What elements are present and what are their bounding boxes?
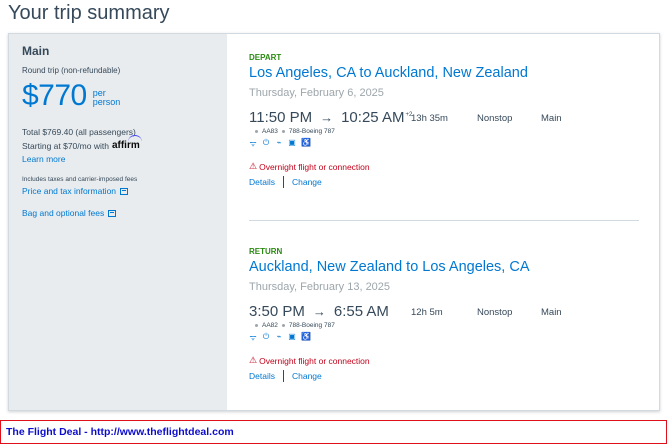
- affirm-logo: affirm: [111, 135, 142, 151]
- usb-icon: ⌁: [276, 332, 282, 341]
- flight-number: AA83: [262, 128, 278, 135]
- entertainment-icon: ▣: [288, 332, 296, 341]
- flight-duration: 13h 35m: [411, 113, 448, 124]
- flight-duration: 12h 5m: [411, 307, 443, 318]
- price-per-person: $770: [22, 79, 87, 112]
- return-segment: RETURN Auckland, New Zealand to Los Ange…: [249, 247, 639, 382]
- wifi-icon: ᯤ: [249, 139, 257, 148]
- person-label: person: [92, 97, 121, 107]
- affirm-text: Starting at $70/mo with: [22, 140, 109, 151]
- price-row: $770 per person: [22, 79, 214, 113]
- accessibility-icon: ♿: [301, 138, 311, 147]
- arrow-right-icon: →: [312, 304, 326, 319]
- affirm-financing: Starting at $70/mo with affirm: [22, 135, 214, 151]
- flights-panel: DEPART Los Angeles, CA to Auckland, New …: [249, 34, 639, 410]
- bullet-icon: [281, 130, 285, 133]
- flight-info: AA83 788-Boeing 787: [255, 128, 639, 135]
- watermark-text: The Flight Deal - http://www.theflightde…: [6, 426, 234, 438]
- external-window-icon: [120, 187, 129, 195]
- price-tax-info-link[interactable]: Price and tax information: [22, 186, 214, 196]
- departure-time: 3:50 PM: [249, 303, 305, 320]
- divider: [282, 370, 284, 382]
- depart-label: DEPART: [249, 53, 282, 62]
- arrow-right-icon: →: [320, 110, 334, 125]
- learn-more-link[interactable]: Learn more: [22, 154, 214, 164]
- divider: [282, 176, 284, 188]
- segment-actions: Details Change: [249, 176, 639, 188]
- watermark-banner: The Flight Deal - http://www.theflightde…: [0, 420, 667, 444]
- bag-fees-link[interactable]: Bag and optional fees: [22, 208, 214, 218]
- external-window-icon: [108, 209, 117, 217]
- arrival-time: 6:55 AM: [333, 303, 389, 320]
- warning-icon: ⚠: [249, 355, 258, 365]
- power-icon: ⏻: [262, 332, 270, 341]
- stops: Nonstop: [477, 307, 513, 318]
- return-times: 3:50 PM → 6:55 AM 12h 5m Nonstop Main: [249, 303, 639, 320]
- details-link[interactable]: Details: [249, 371, 275, 381]
- price-tax-info-label[interactable]: Price and tax information: [22, 186, 116, 196]
- change-link[interactable]: Change: [292, 177, 322, 187]
- stops: Nonstop: [477, 113, 513, 124]
- amenities: ᯤ ⏻ ⌁ ▣ ♿: [249, 138, 639, 149]
- flight-info: AA82 788-Boeing 787: [255, 322, 639, 329]
- change-link[interactable]: Change: [292, 371, 322, 381]
- power-icon: ⏻: [262, 138, 270, 147]
- cabin-title: Main: [22, 44, 50, 58]
- taxes-note: Includes taxes and carrier-imposed fees: [22, 176, 138, 183]
- segment-divider: [249, 220, 639, 221]
- trip-type: Round trip (non-refundable): [22, 66, 121, 75]
- return-label: RETURN: [249, 247, 283, 256]
- depart-route: Los Angeles, CA to Auckland, New Zealand: [249, 65, 528, 81]
- bullet-icon: [281, 324, 285, 327]
- page-title: Your trip summary: [8, 2, 170, 24]
- accessibility-icon: ♿: [301, 332, 311, 341]
- flight-number: AA82: [262, 322, 278, 329]
- arrival-time: 10:25 AM+2: [341, 109, 412, 126]
- details-link[interactable]: Details: [249, 177, 275, 187]
- fare-summary-panel: Main Round trip (non-refundable) $770 pe…: [9, 34, 227, 410]
- departure-time: 11:50 PM: [249, 109, 313, 126]
- warning-text: Overnight flight or connection: [259, 355, 370, 366]
- overnight-warning: ⚠ Overnight flight or connection: [249, 161, 639, 172]
- bullet-icon: [255, 130, 258, 133]
- amenities: ᯤ ⏻ ⌁ ▣ ♿: [249, 332, 639, 343]
- aircraft: 788-Boeing 787: [288, 322, 335, 329]
- depart-times: 11:50 PM → 10:25 AM+2 13h 35m Nonstop Ma…: [249, 109, 639, 126]
- entertainment-icon: ▣: [288, 138, 296, 147]
- overnight-warning: ⚠ Overnight flight or connection: [249, 355, 639, 366]
- cabin: Main: [541, 113, 562, 124]
- aircraft: 788-Boeing 787: [288, 128, 335, 135]
- arrival-time-value: 10:25 AM: [341, 109, 405, 126]
- segment-actions: Details Change: [249, 370, 639, 382]
- warning-icon: ⚠: [249, 161, 258, 171]
- wifi-icon: ᯤ: [249, 333, 257, 342]
- depart-segment: DEPART Los Angeles, CA to Auckland, New …: [249, 53, 639, 188]
- per-person-label: per person: [93, 89, 121, 107]
- total-price: Total $769.40 (all passengers): [22, 127, 136, 137]
- warning-text: Overnight flight or connection: [259, 161, 370, 172]
- bullet-icon: [255, 324, 258, 327]
- usb-icon: ⌁: [276, 138, 282, 147]
- bag-fees-label[interactable]: Bag and optional fees: [22, 208, 104, 218]
- return-route: Auckland, New Zealand to Los Angeles, CA: [249, 259, 530, 275]
- cabin: Main: [541, 307, 562, 318]
- trip-summary-card: Main Round trip (non-refundable) $770 pe…: [8, 33, 660, 411]
- return-date: Thursday, February 13, 2025: [249, 281, 391, 293]
- depart-date: Thursday, February 6, 2025: [249, 87, 384, 99]
